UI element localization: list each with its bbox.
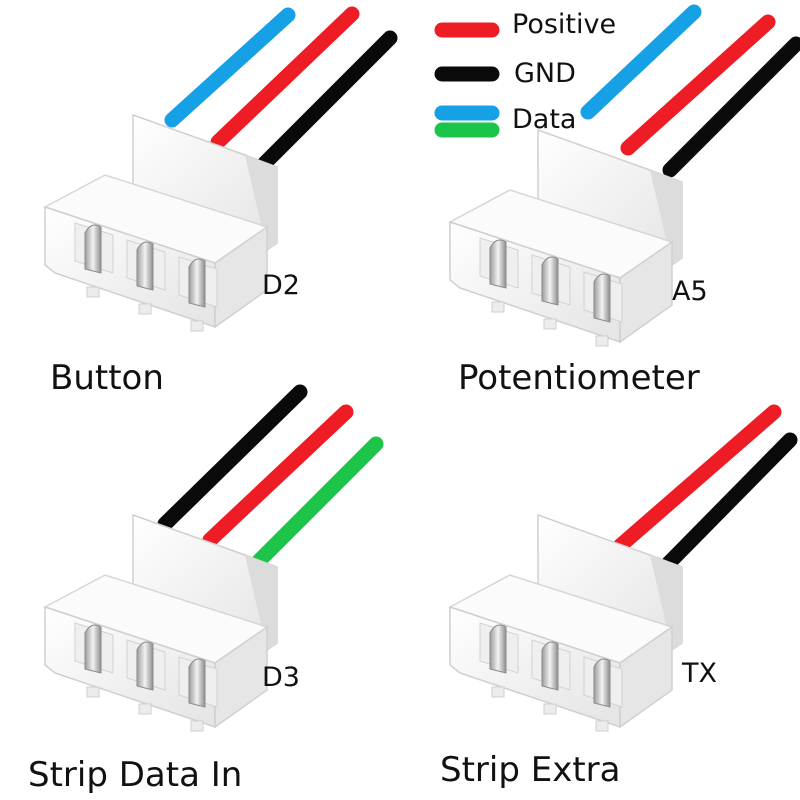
connector-potentiometer [448, 4, 800, 347]
wire-gnd [254, 30, 398, 174]
wire-data-blue [164, 7, 296, 128]
metal-pin [489, 239, 507, 289]
wiring-diagram [43, 4, 800, 732]
connector-lower-slot [595, 335, 609, 347]
metal-pin [489, 624, 507, 674]
connector-lower-slot [138, 303, 152, 315]
connector-strip-extra [448, 404, 798, 732]
metal-pin [593, 273, 611, 323]
connector-title-strip-data-in: Strip Data In [28, 755, 243, 795]
connector-title-strip-extra: Strip Extra [440, 750, 621, 790]
connector-lower-slot [86, 286, 100, 298]
metal-pin [136, 241, 154, 291]
metal-pin [541, 641, 559, 691]
legend [434, 22, 500, 138]
connector-lower-slot [491, 686, 505, 698]
metal-pin [84, 224, 102, 274]
connector-lower-slot [543, 703, 557, 715]
metal-pin [188, 258, 206, 308]
connector-title-potentiometer: Potentiometer [458, 358, 700, 398]
connector-lower-slot [86, 686, 100, 698]
connector-button [43, 6, 398, 332]
connector-lower-slot [138, 703, 152, 715]
metal-pin [84, 624, 102, 674]
connector-pin-potentiometer: A5 [672, 276, 708, 307]
connector-lower-slot [491, 301, 505, 313]
legend-label-positive: Positive [512, 9, 617, 40]
wire-data-green [244, 436, 384, 576]
wire-positive [202, 404, 354, 548]
legend-label-data: Data [512, 104, 577, 135]
metal-pin [188, 658, 206, 708]
metal-pin [541, 256, 559, 306]
connector-lower-slot [595, 720, 609, 732]
connector-strip-data-in [43, 384, 384, 732]
connector-pin-button: D2 [262, 270, 300, 301]
connector-pin-strip-extra: TX [682, 658, 717, 689]
legend-label-gnd: GND [514, 58, 576, 89]
connector-pin-strip-data-in: D3 [262, 662, 300, 693]
wire-positive [210, 6, 360, 150]
connector-lower-slot [543, 318, 557, 330]
connector-lower-slot [190, 720, 204, 732]
connector-title-button: Button [50, 358, 164, 398]
metal-pin [136, 641, 154, 691]
metal-pin [593, 658, 611, 708]
wire-gnd [157, 384, 308, 532]
connector-lower-slot [190, 320, 204, 332]
